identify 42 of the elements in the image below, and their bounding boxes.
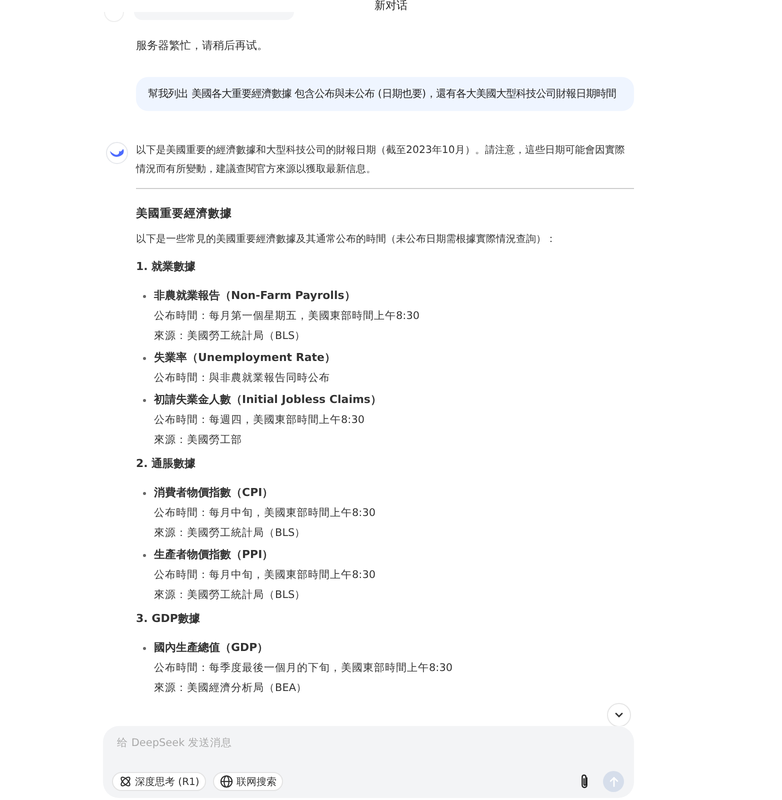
globe-icon [220, 775, 234, 788]
bullet-detail: 公布時間：與非農就業報告同時公布 [154, 371, 331, 386]
whale-logo-icon [106, 142, 128, 164]
subsection-heading: 2. 通脹數據 [136, 456, 197, 472]
bullet-detail: 公布時間：每月中旬，美國東部時間上午8:30 [154, 506, 376, 521]
bullet-detail: 來源：美國勞工統計局（BLS） [154, 588, 307, 603]
chat-title: 新对话 [374, 0, 408, 12]
bullet-detail: 公布時間：每月第一個星期五，美國東部時間上午8:30 [154, 309, 420, 324]
message-placeholder: 给 DeepSeek 发送消息 [117, 736, 234, 750]
paragraph: 以下是一些常見的美國重要經濟數據及其通常公布的時間（未公布日期需根據實際情況查詢）： [136, 232, 557, 247]
arrow-up-icon [608, 776, 620, 788]
error-message: 服务器繁忙，请稍后再试。 [136, 38, 269, 54]
user-message: 幫我列出 美國各大重要經濟數據 包含公布與未公布 (日期也要)，還有各大美國大型科技公司財報日期時間 [136, 77, 634, 111]
bullet-detail: 來源：美國勞工統計局（BLS） [154, 526, 307, 541]
bullet-detail: 來源：美國經濟分析局（BEA） [154, 681, 308, 696]
bullet-dot-icon [143, 399, 146, 402]
bullet-detail: 公布時間：每月中旬，美國東部時間上午8:30 [154, 568, 376, 583]
bullet-detail: 公布時間：每週四，美國東部時間上午8:30 [154, 413, 366, 428]
bullet-detail: 公布時間：每季度最後一個月的下旬，美國東部時間上午8:30 [154, 661, 453, 676]
bullet-title: 非農就業報告（Non-Farm Payrolls） [154, 288, 356, 304]
toggle-button[interactable]: 联网搜索 [213, 772, 284, 791]
subsection-heading: 3. GDP數據 [136, 611, 201, 627]
toggle-button[interactable]: 深度思考 (R1) [112, 772, 206, 791]
bullet-dot-icon [143, 554, 146, 557]
bullet-dot-icon [143, 492, 146, 495]
bullet-title: 失業率（Unemployment Rate） [154, 350, 336, 366]
attachment-icon[interactable] [579, 773, 590, 790]
subsection-heading: 1. 就業數據 [136, 259, 197, 275]
scroll-down-button[interactable] [607, 703, 631, 726]
bullet-title: 初請失業金人數（Initial Jobless Claims） [154, 392, 382, 408]
bullet-dot-icon [143, 647, 146, 650]
bullet-dot-icon [143, 295, 146, 298]
bullet-detail: 來源：美國勞工部 [154, 433, 243, 448]
atom-icon [119, 775, 132, 788]
bullet-title: 生產者物價指數（PPI） [154, 547, 274, 563]
section-heading: 美國重要經濟數據 [136, 205, 233, 222]
paragraph: 以下是美國重要的經濟數據和大型科技公司的財報日期（截至2023年10月）。請注意，這些日期可能會因實際情況而有所變動，建議查閱官方來源以獲取最新信息。 [136, 144, 626, 177]
bullet-detail: 來源：美國勞工統計局（BLS） [154, 329, 307, 344]
bullet-title: 國內生產總值（GDP） [154, 640, 270, 656]
bullet-dot-icon [143, 357, 146, 360]
message-composer[interactable]: 给 DeepSeek 发送消息 深度思考 (R1) 联网搜索 [103, 726, 634, 798]
bullet-title: 消費者物價指數（CPI） [154, 485, 274, 501]
